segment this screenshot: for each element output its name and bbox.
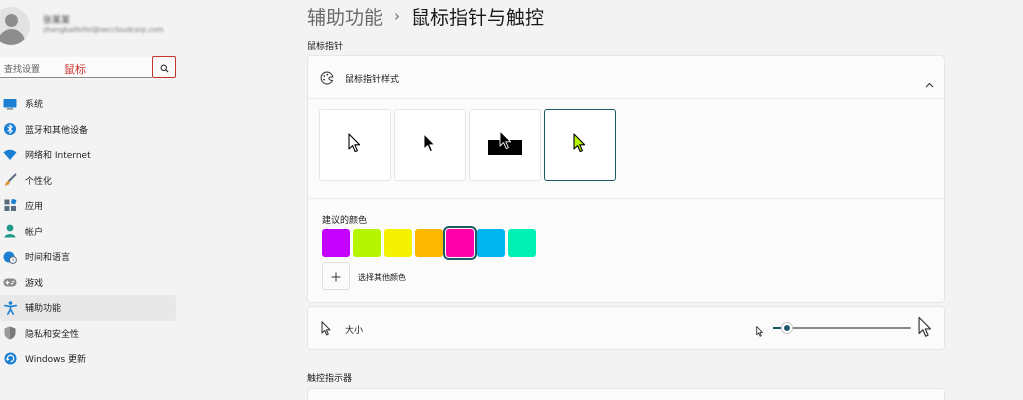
color-swatch[interactable] — [353, 229, 381, 257]
pointer-style-white[interactable] — [319, 109, 391, 181]
paintbrush-icon — [3, 173, 17, 187]
person-icon — [3, 224, 17, 238]
chevron-up-icon[interactable] — [925, 73, 934, 92]
color-swatch[interactable] — [415, 229, 443, 257]
sidebar-item-label: 个性化 — [25, 176, 53, 187]
sidebar-item-time-language[interactable]: 时间和语言 — [0, 244, 176, 270]
section-title-touch-indicator: 触控指示器 — [307, 374, 353, 384]
sidebar-item-system[interactable]: 系统 — [0, 91, 176, 117]
cursor-black-icon — [423, 133, 437, 157]
recommended-colors-label: 建议的颜色 — [322, 216, 368, 226]
section-title-mouse-pointer: 鼠标指针 — [307, 42, 344, 52]
cursor-size-icon — [321, 321, 332, 340]
sidebar-nav: 系统 蓝牙和其他设备 网络和 Internet 个性化 应用 帐户 时间和语言 … — [0, 91, 176, 372]
color-swatch[interactable] — [322, 229, 350, 257]
sidebar: 张某某 zhangbaifeifei@oeccloudcorp.com 查找设置… — [0, 0, 180, 400]
pointer-style-header[interactable]: 鼠标指针样式 — [308, 56, 944, 99]
add-custom-color-button[interactable] — [322, 262, 350, 290]
sidebar-item-label: 系统 — [25, 100, 44, 111]
sidebar-item-gaming[interactable]: 游戏 — [0, 270, 176, 296]
sidebar-item-apps[interactable]: 应用 — [0, 193, 176, 219]
gamepad-icon — [3, 275, 17, 289]
pointer-size-label: 大小 — [345, 326, 364, 336]
sidebar-item-label: 帐户 — [25, 227, 44, 238]
search-input[interactable]: 查找设置 鼠标 — [0, 57, 152, 78]
recommended-colors-section: 建议的颜色 选择其他颜色 — [308, 198, 944, 303]
sidebar-item-accessibility[interactable]: 辅助功能 — [0, 295, 176, 321]
color-swatch[interactable] — [443, 226, 477, 260]
touch-indicator-card — [307, 388, 945, 400]
sidebar-item-label: Windows 更新 — [25, 355, 87, 366]
cursor-small-icon — [756, 322, 764, 341]
user-avatar[interactable] — [0, 7, 30, 45]
cursor-custom-icon — [573, 133, 587, 157]
sidebar-item-bluetooth[interactable]: 蓝牙和其他设备 — [0, 117, 176, 143]
sidebar-item-label: 时间和语言 — [25, 253, 71, 264]
avatar-body — [0, 29, 25, 45]
sidebar-item-windows-update[interactable]: Windows 更新 — [0, 346, 176, 372]
sidebar-item-label: 辅助功能 — [25, 304, 62, 315]
color-swatch[interactable] — [508, 229, 536, 257]
sidebar-item-label: 隐私和安全性 — [25, 329, 80, 340]
pointer-style-custom[interactable] — [544, 109, 616, 181]
wifi-icon — [3, 148, 17, 162]
pointer-size-slider[interactable] — [773, 323, 911, 333]
sidebar-item-label: 蓝牙和其他设备 — [25, 125, 89, 136]
search-placeholder: 查找设置 — [4, 65, 41, 75]
sidebar-item-label: 游戏 — [25, 278, 44, 289]
pointer-style-black[interactable] — [394, 109, 466, 181]
breadcrumb-parent[interactable]: 辅助功能 — [307, 3, 383, 30]
color-swatch[interactable] — [477, 229, 505, 257]
pointer-size-card: 大小 — [307, 306, 945, 350]
user-name: 张某某 — [43, 16, 71, 26]
custom-color-label: 选择其他颜色 — [358, 273, 406, 282]
monitor-icon — [3, 97, 17, 111]
user-email: zhangbaifeifei@oeccloudcorp.com — [43, 26, 164, 34]
accessibility-icon — [3, 300, 17, 315]
sidebar-item-privacy[interactable]: 隐私和安全性 — [0, 321, 176, 347]
pointer-style-inverted[interactable] — [469, 109, 541, 181]
sidebar-item-label: 网络和 Internet — [25, 151, 91, 162]
search-button[interactable] — [152, 56, 176, 78]
color-swatch[interactable] — [384, 229, 412, 257]
cursor-inverted-icon — [487, 130, 523, 160]
sidebar-item-label: 应用 — [25, 202, 44, 213]
sidebar-item-personalization[interactable]: 个性化 — [0, 168, 176, 194]
pointer-palette-icon — [320, 70, 334, 89]
shield-icon — [3, 326, 17, 340]
mouse-pointer-style-card: 鼠标指针样式 建议的颜色 选择其他颜色 — [307, 55, 945, 303]
plus-icon — [331, 267, 341, 286]
update-icon — [3, 352, 17, 366]
apps-icon — [3, 199, 17, 213]
sidebar-item-accounts[interactable]: 帐户 — [0, 219, 176, 245]
bluetooth-icon — [3, 122, 17, 136]
page-title: 鼠标指针与触控 — [411, 6, 545, 29]
pointer-style-label: 鼠标指针样式 — [345, 75, 400, 85]
pointer-style-options — [319, 109, 616, 181]
globe-clock-icon — [3, 250, 17, 264]
breadcrumb-separator: › — [394, 7, 401, 25]
search-value: 鼠标 — [64, 63, 86, 76]
slider-thumb[interactable] — [781, 323, 792, 333]
cursor-white-icon — [348, 133, 362, 157]
cursor-large-icon — [918, 316, 933, 342]
search-icon — [160, 58, 169, 77]
sidebar-item-network[interactable]: 网络和 Internet — [0, 142, 176, 168]
avatar-head — [5, 14, 18, 27]
color-swatches — [322, 226, 536, 260]
breadcrumb: 辅助功能 › 鼠标指针与触控 — [307, 2, 544, 30]
